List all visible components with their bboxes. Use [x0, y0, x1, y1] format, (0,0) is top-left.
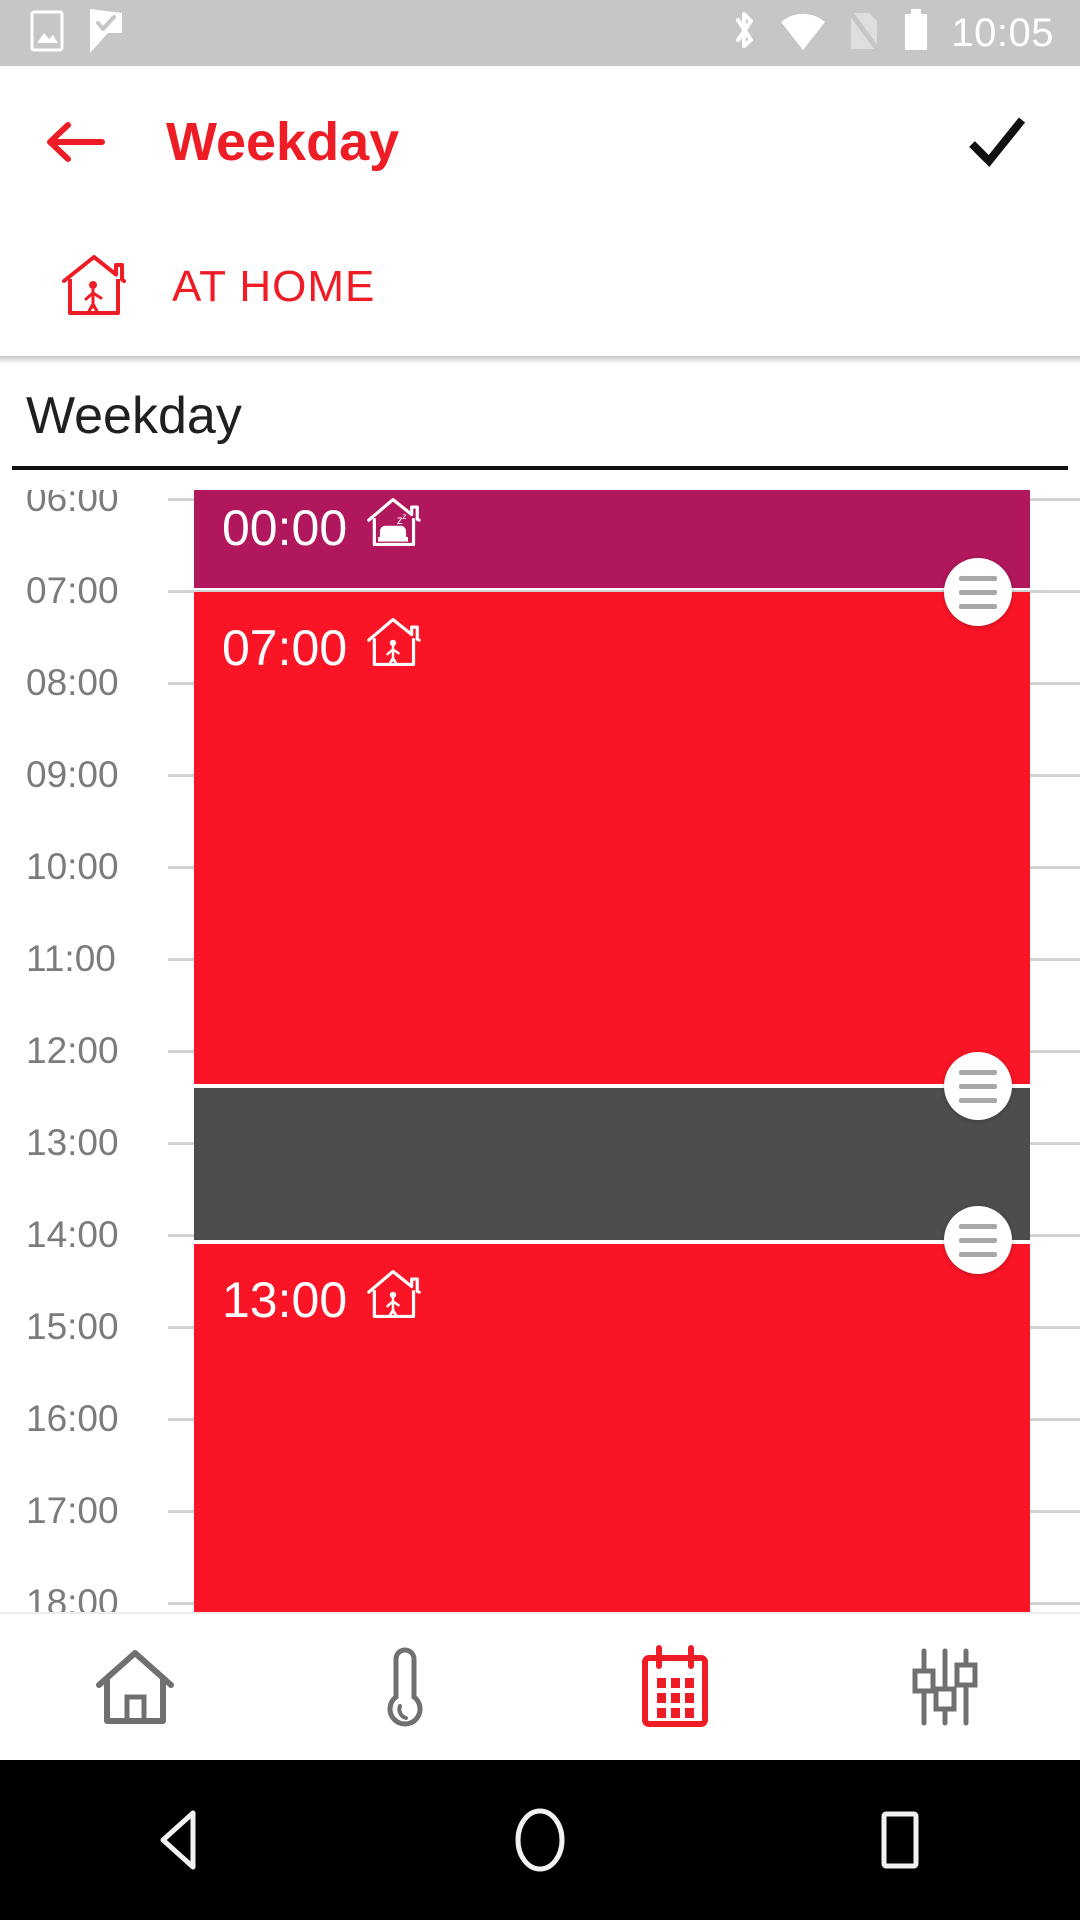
calendar-icon [642, 1645, 708, 1727]
hour-label: 15:00 [26, 1306, 119, 1347]
block-resize-handle[interactable] [944, 1206, 1012, 1274]
block-time: 00:00 [222, 500, 348, 556]
no-sim-icon [847, 9, 881, 58]
block-label: 13:00 [222, 1266, 421, 1334]
schedule-block[interactable]: 13:00 [194, 1244, 1030, 1612]
block-label: 07:00 [222, 614, 421, 682]
status-bar-right-icons: 10:05 [729, 8, 1080, 59]
schedule-name-field[interactable]: Weekday [0, 372, 1080, 480]
sliders-icon [912, 1648, 978, 1726]
app-bar: Weekday [0, 66, 1080, 218]
mode-row[interactable]: AT HOME [0, 218, 1080, 356]
house-person-icon [58, 249, 130, 326]
hour-label: 06:00 [26, 490, 119, 519]
header-shadow [0, 356, 1080, 364]
battery-icon [901, 8, 931, 59]
nav-item-settings[interactable] [810, 1645, 1080, 1729]
hour-label: 11:00 [26, 938, 116, 979]
back-arrow-icon [47, 122, 105, 162]
hour-label: 08:00 [26, 662, 119, 703]
mode-label: AT HOME [172, 262, 376, 311]
back-button[interactable] [20, 116, 130, 168]
block-resize-handle[interactable] [944, 1052, 1012, 1120]
hour-label: 12:00 [26, 1030, 119, 1071]
block-resize-handle[interactable] [944, 558, 1012, 626]
block-time: 07:00 [222, 620, 348, 676]
hour-label: 07:00 [26, 570, 119, 611]
checkmark-icon [969, 117, 1026, 167]
image-icon [30, 10, 64, 57]
wifi-icon [779, 10, 827, 57]
hour-label: 18:00 [26, 1582, 119, 1612]
svg-text:z: z [402, 511, 406, 521]
hour-label: 14:00 [26, 1214, 119, 1255]
page-title: Weekday [166, 112, 400, 172]
bottom-navigation [0, 1612, 1080, 1760]
status-bar-clock: 10:05 [951, 11, 1054, 55]
recents-square-icon [881, 1811, 919, 1869]
house-person-icon [365, 1266, 421, 1334]
schedule-block[interactable]: 00:00 z z [194, 490, 1030, 588]
block-time: 13:00 [222, 1272, 348, 1328]
back-triangle-icon [160, 1810, 196, 1870]
schedule-block[interactable]: 07:00 [194, 592, 1030, 1084]
android-navigation-bar [0, 1760, 1080, 1920]
flag-check-icon [86, 7, 126, 60]
schedule-name-input[interactable]: Weekday [26, 386, 242, 446]
house-bed-icon: zz [365, 494, 421, 562]
nav-item-climate[interactable] [270, 1644, 540, 1730]
home-circle-icon [515, 1808, 565, 1872]
nav-item-home[interactable] [0, 1645, 270, 1729]
android-recents-button[interactable] [720, 1806, 1080, 1874]
android-home-button[interactable] [360, 1804, 720, 1876]
nav-item-schedule[interactable] [540, 1644, 810, 1730]
block-label: 00:00 z z [222, 494, 421, 562]
status-bar: 10:05 [0, 0, 1080, 66]
hour-label: 17:00 [26, 1490, 119, 1531]
thermometer-icon [387, 1647, 423, 1727]
android-back-button[interactable] [0, 1807, 360, 1873]
house-person-icon [365, 614, 421, 682]
hour-label: 13:00 [26, 1122, 119, 1163]
confirm-button[interactable] [966, 114, 1028, 170]
status-bar-left-icons [0, 7, 126, 60]
schedule-block[interactable] [194, 1088, 1030, 1240]
hour-label: 16:00 [26, 1398, 119, 1439]
schedule-timeline[interactable]: 06:00 07:00 08:00 09:00 10:00 11:00 12:00 13:00… [0, 490, 1080, 1612]
hour-label: 09:00 [26, 754, 119, 795]
hour-label: 10:00 [26, 846, 119, 887]
bluetooth-icon [729, 8, 759, 59]
home-icon [96, 1650, 174, 1724]
input-underline [12, 466, 1068, 470]
